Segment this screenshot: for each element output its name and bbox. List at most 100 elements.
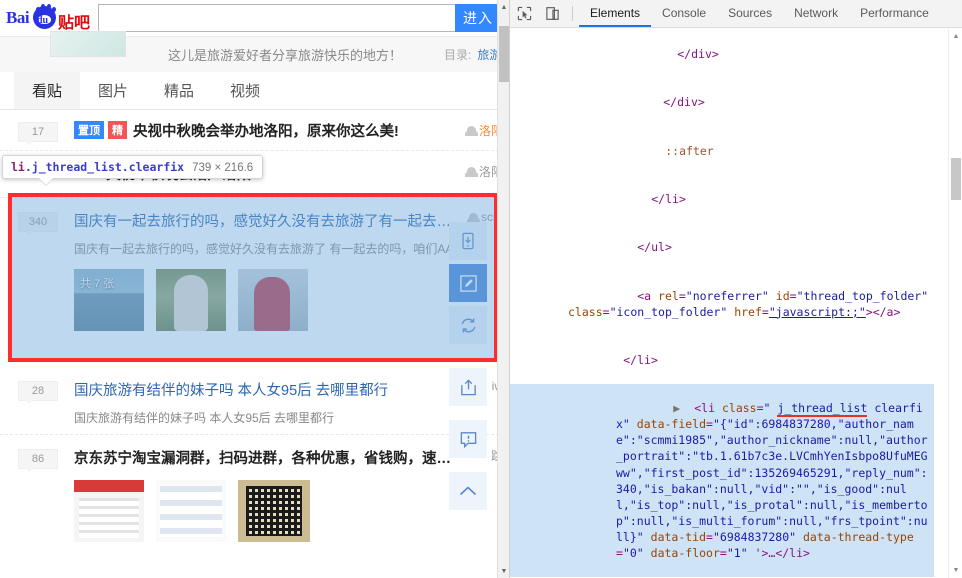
- devtools-scroll-up-icon[interactable]: ▲: [949, 28, 962, 44]
- thread-title-text: 国庆有一起去旅行的吗，感觉好久没有去旅游了有一起去的吗，咱们: [74, 214, 463, 230]
- inspector-tooltip: li.j_thread_list.clearfix 739 × 216.6: [2, 155, 264, 179]
- dom-anchor-tail: ></a>: [865, 304, 901, 319]
- page-scrollbar[interactable]: ▲ ▼: [497, 0, 509, 578]
- status-badge-top: 置顶: [74, 121, 104, 139]
- baidu-tieba-page: Bai du 贴吧 进入 这儿是旅游爱好者分享旅游快乐的地方！ 目录: 旅游 看…: [0, 0, 510, 578]
- dom-line[interactable]: </li>: [510, 175, 934, 223]
- reply-count-badge: 340: [18, 212, 58, 235]
- thumbnail-image[interactable]: [74, 480, 144, 542]
- dom-node-selected-1[interactable]: ▶ <li class=" j_thread_list clearfix" dat…: [510, 384, 934, 578]
- user-icon: [464, 167, 478, 177]
- table-row[interactable]: 17 置顶精央视中秋晚会举办地洛阳，原来你这么美! 洛阳: [0, 110, 509, 151]
- refresh-icon[interactable]: [449, 306, 487, 344]
- dom-line[interactable]: </div>: [510, 30, 934, 78]
- dom-val-rel: "noreferrer": [685, 288, 769, 303]
- tab-sources[interactable]: Sources: [717, 0, 783, 27]
- screen-root: Bai du 贴吧 进入 这儿是旅游爱好者分享旅游快乐的地方！ 目录: 旅游 看…: [0, 0, 962, 578]
- thumbnail-image[interactable]: [156, 269, 226, 331]
- dom-val-href[interactable]: "javascript:;": [769, 305, 866, 319]
- forum-avatar: [50, 31, 126, 57]
- tab-elements[interactable]: Elements: [579, 0, 652, 27]
- dom-val-class: "icon_top_folder": [609, 304, 728, 319]
- inspect-element-icon[interactable]: [510, 0, 538, 27]
- thread-title[interactable]: 置顶精央视中秋晚会举办地洛阳，原来你这么美!: [74, 120, 463, 141]
- thumbnail-image[interactable]: [238, 480, 310, 542]
- devtools-scrollbar-thumb[interactable]: [951, 158, 961, 200]
- feedback-icon[interactable]: [449, 420, 487, 458]
- scroll-up-arrow-icon[interactable]: ▲: [498, 0, 509, 14]
- dom-node1-val-threadtype: "0": [622, 546, 644, 560]
- dom-node1-attr-tid: data-tid: [650, 529, 707, 544]
- dom-attr-rel: rel: [658, 288, 679, 303]
- dom-node1-tail: '>…</li>: [754, 546, 810, 560]
- baidu-tieba-logo[interactable]: Bai du 贴吧: [6, 4, 90, 32]
- expand-arrow-icon[interactable]: ▶: [673, 400, 694, 416]
- tab-console[interactable]: Console: [651, 0, 717, 27]
- forum-category-label: 目录:: [444, 48, 472, 62]
- thread-thumbnails: [74, 480, 463, 542]
- device-toolbar-icon[interactable]: [538, 0, 566, 27]
- dom-node1-attr-datafield: data-field: [636, 417, 707, 432]
- thread-title-text: 国庆旅游有结伴的妹子吗 本人女95后 去哪里都行: [74, 383, 389, 399]
- forum-info-bar: 这儿是旅游爱好者分享旅游快乐的地方！ 目录: 旅游: [0, 31, 509, 72]
- page-scrollbar-thumb[interactable]: [499, 26, 509, 82]
- logo-bai-text: Bai: [6, 8, 30, 27]
- floating-action-rail-bottom: [449, 368, 487, 524]
- thread-thumbnails: 共 7 张: [74, 269, 463, 331]
- dom-node1-datafield-value: "{"id":6984837280,"author_name":"scmmi19…: [616, 417, 928, 544]
- thread-title[interactable]: 京东苏宁淘宝漏洞群，扫码进群，各种优惠，省钱购，速度进群。: [74, 447, 463, 468]
- tieba-tabs: 看贴 图片 精品 视频: [0, 72, 509, 110]
- dom-tree: </div> </div> ::after </li> </ul> <a rel…: [510, 28, 948, 578]
- thumbnail-image[interactable]: [238, 269, 308, 331]
- dom-close-ul: </ul>: [637, 240, 672, 255]
- thumbnail-image[interactable]: [156, 480, 226, 542]
- dom-line[interactable]: </ul>: [510, 223, 934, 271]
- table-row-selected[interactable]: 340 国庆有一起去旅行的吗，感觉好久没有去旅游了有一起去的吗，咱们 国庆有一起…: [0, 198, 509, 367]
- dom-close-li-1: </li>: [651, 191, 686, 206]
- mobile-download-icon[interactable]: [449, 222, 487, 260]
- table-row[interactable]: 28 国庆旅游有结伴的妹子吗 本人女95后 去哪里都行 国庆旅游有结伴的妹子吗 …: [0, 367, 509, 435]
- dom-node1-attr-threadtype: data-thread-type: [803, 529, 914, 544]
- search-input[interactable]: [98, 4, 455, 32]
- tab-shipin[interactable]: 视频: [212, 72, 278, 109]
- devtools-elements-tree: </div> </div> ::after </li> </ul> <a rel…: [510, 28, 962, 578]
- dom-val-id: "thread_top_folder": [796, 288, 929, 303]
- dom-line[interactable]: </li>: [510, 336, 934, 384]
- forum-slogan: 这儿是旅游爱好者分享旅游快乐的地方！: [168, 48, 403, 63]
- table-row[interactable]: 86 京东苏宁淘宝漏洞群，扫码进群，各种优惠，省钱购，速度进群。 跳: [0, 435, 509, 550]
- scroll-down-arrow-icon[interactable]: ▼: [498, 564, 509, 578]
- thread-abstract: 国庆旅游有结伴的妹子吗 本人女95后 去哪里都行: [74, 411, 335, 425]
- thread-title[interactable]: 国庆旅游有结伴的妹子吗 本人女95后 去哪里都行: [74, 379, 463, 400]
- devtools-panel: Elements Console Sources Network Perform…: [510, 0, 962, 578]
- reply-count-badge: 17: [18, 122, 58, 145]
- toolbar-divider: [572, 6, 573, 21]
- share-icon[interactable]: [449, 368, 487, 406]
- devtools-scrollbar[interactable]: ▲ ▼: [948, 28, 962, 578]
- dom-node1-attr-class: class: [721, 401, 757, 416]
- dom-anchor-tag: <a: [637, 288, 652, 303]
- tab-jingpin[interactable]: 精品: [146, 72, 212, 109]
- paw-dots-icon: [36, 4, 56, 12]
- compose-icon[interactable]: [449, 264, 487, 302]
- thread-title-text: 京东苏宁淘宝漏洞群，扫码进群，各种优惠，省钱购，速度进群。: [74, 451, 463, 467]
- dom-line-anchor[interactable]: <a rel="noreferrer" id="thread_top_folde…: [510, 271, 934, 335]
- logo-du-text: du: [37, 15, 49, 26]
- dom-node1-class-open: ": [763, 401, 778, 416]
- dom-node1-val-floor: "1": [726, 546, 748, 560]
- dom-line[interactable]: ::after: [510, 127, 934, 175]
- dom-node1-val-tid: "6984837280": [712, 529, 797, 544]
- tab-performance[interactable]: Performance: [849, 0, 940, 27]
- devtools-scroll-down-icon[interactable]: ▼: [949, 562, 962, 578]
- dom-attr-id: id: [775, 288, 790, 303]
- dom-attr-class: class: [568, 304, 603, 319]
- tab-network[interactable]: Network: [783, 0, 849, 27]
- thumbnail-image[interactable]: 共 7 张: [74, 269, 144, 331]
- dom-line[interactable]: </div>: [510, 78, 934, 126]
- tab-kantie[interactable]: 看贴: [14, 72, 81, 109]
- tab-tupian[interactable]: 图片: [80, 72, 146, 109]
- dom-close-li-2: </li>: [623, 352, 658, 367]
- thread-title[interactable]: 国庆有一起去旅行的吗，感觉好久没有去旅游了有一起去的吗，咱们: [74, 210, 463, 231]
- scroll-to-top-icon[interactable]: [449, 472, 487, 510]
- thread-title-text: 央视中秋晚会举办地洛阳，原来你这么美!: [133, 124, 399, 140]
- inspector-tooltip-tag: li: [11, 160, 25, 174]
